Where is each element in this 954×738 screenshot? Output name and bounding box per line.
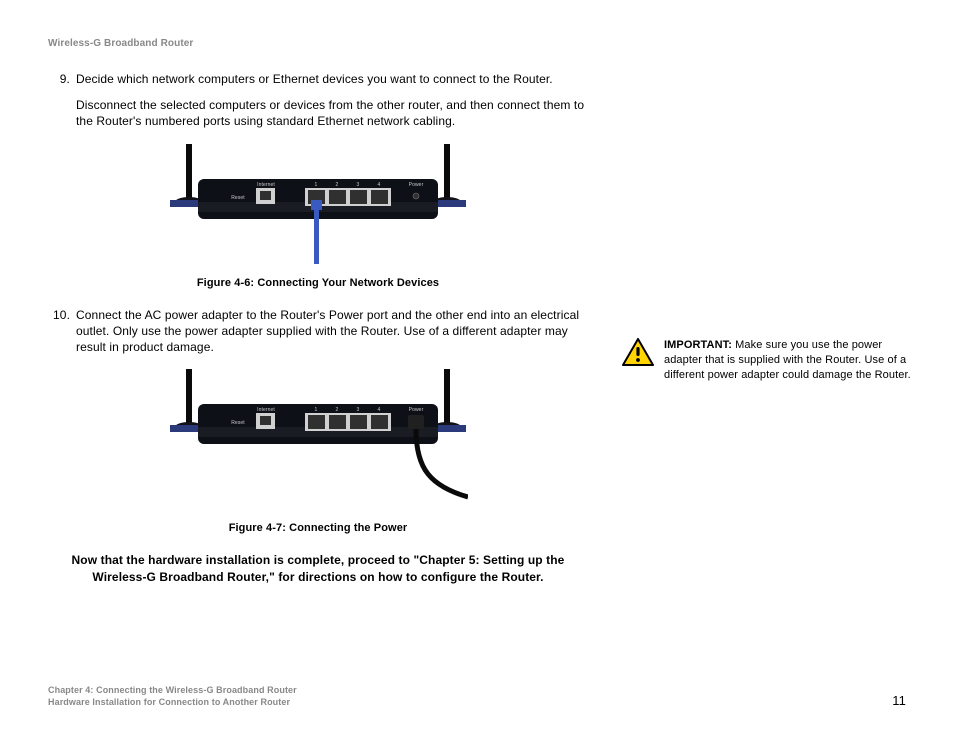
label-port-4: 4 [378,407,381,413]
footer-chapter: Chapter 4: Connecting the Wireless-G Bro… [48,684,297,696]
important-callout: IMPORTANT: Make sure you use the power a… [622,338,912,383]
router-image-power: Reset Internet 1 2 3 4 Power [168,369,468,509]
figure-4-7: Reset Internet 1 2 3 4 Power [48,369,588,512]
label-port-3: 3 [357,182,360,188]
page-number: 11 [892,693,906,708]
label-port-2: 2 [336,182,339,188]
label-port-3: 3 [357,407,360,413]
main-column: 9. Decide which network computers or Eth… [48,71,588,586]
step-9: 9. Decide which network computers or Eth… [48,71,588,130]
important-label: IMPORTANT: [664,339,732,351]
figure-4-6-caption: Figure 4-6: Connecting Your Network Devi… [48,277,588,289]
label-internet: Internet [257,182,275,188]
step-9-number: 9. [48,71,70,87]
step-10: 10. Connect the AC power adapter to the … [48,307,588,356]
doc-header: Wireless-G Broadband Router [48,38,906,49]
step-9-text-2: Disconnect the selected computers or dev… [76,97,588,129]
conclusion-text: Now that the hardware installation is co… [48,552,588,586]
page-footer: Chapter 4: Connecting the Wireless-G Bro… [48,684,906,708]
label-port-2: 2 [336,407,339,413]
label-reset: Reset [231,420,245,426]
figure-4-6: Reset Internet 1 2 3 4 Power [48,144,588,267]
router-image-network: Reset Internet 1 2 3 4 Power [168,144,468,264]
footer-section: Hardware Installation for Connection to … [48,696,297,708]
label-port-1: 1 [315,407,318,413]
step-9-text-1: Decide which network computers or Ethern… [76,71,588,87]
warning-icon [622,338,654,366]
label-internet: Internet [257,407,275,413]
figure-4-7-caption: Figure 4-7: Connecting the Power [48,522,588,534]
label-power: Power [409,182,424,188]
step-10-number: 10. [48,307,70,323]
label-port-1: 1 [315,182,318,188]
label-port-4: 4 [378,182,381,188]
important-text: IMPORTANT: Make sure you use the power a… [664,338,912,383]
step-10-text-1: Connect the AC power adapter to the Rout… [76,307,588,356]
label-reset: Reset [231,195,245,201]
label-power: Power [409,407,424,413]
